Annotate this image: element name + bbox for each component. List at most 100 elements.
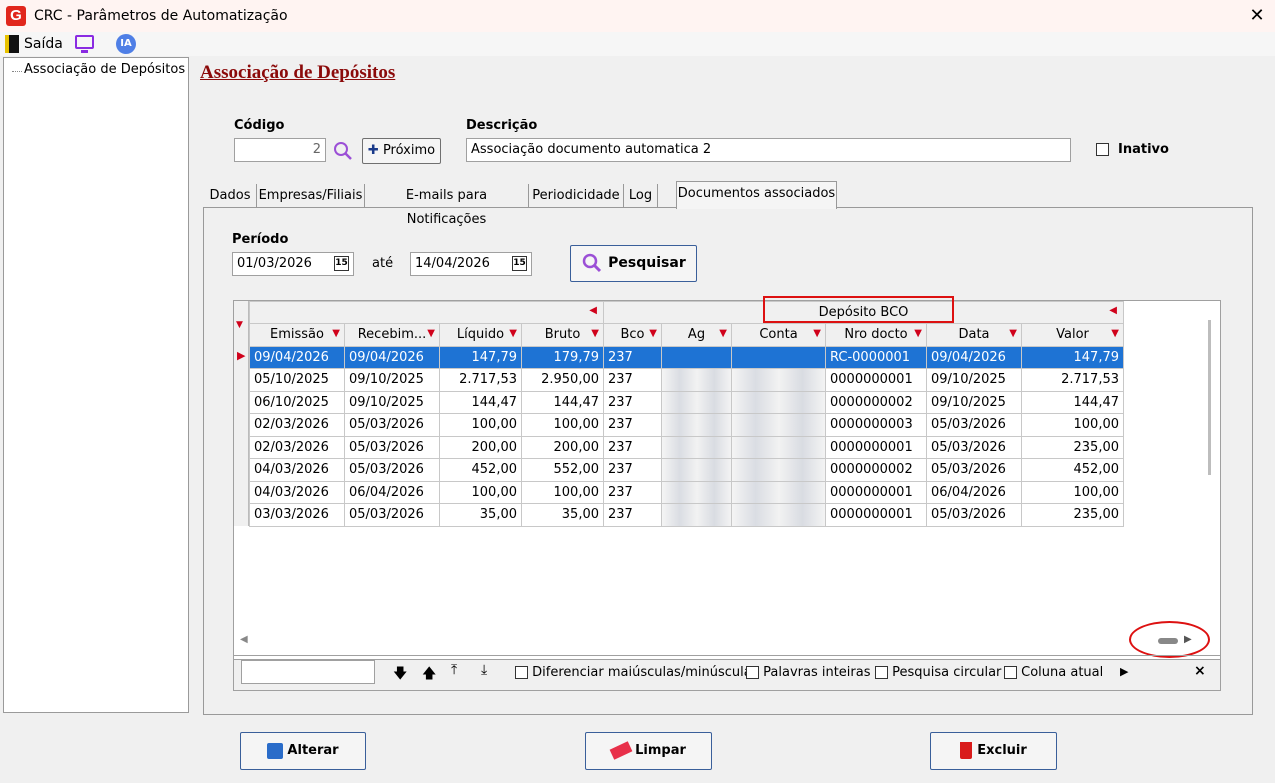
- table-cell[interactable]: [731, 458, 826, 482]
- table-cell[interactable]: 09/10/2025: [926, 368, 1022, 392]
- table-cell[interactable]: 0000000001: [825, 368, 927, 392]
- find-last-icon[interactable]: ⤓: [481, 662, 487, 678]
- inativo-checkbox[interactable]: [1096, 142, 1109, 157]
- codigo-input[interactable]: 2: [234, 138, 326, 162]
- column-header[interactable]: Emissão ▼: [249, 323, 345, 347]
- tree-item-associacao[interactable]: Associação de Depósitos: [24, 62, 185, 77]
- table-cell[interactable]: 235,00: [1021, 503, 1124, 527]
- table-cell[interactable]: 04/03/2026: [249, 458, 345, 482]
- table-cell[interactable]: 235,00: [1021, 435, 1124, 459]
- filter-icon[interactable]: ▼: [332, 328, 340, 339]
- table-cell[interactable]: [731, 413, 826, 437]
- table-cell[interactable]: [661, 368, 732, 392]
- column-header[interactable]: Data ▼: [926, 323, 1022, 347]
- column-header[interactable]: Conta ▼: [731, 323, 826, 347]
- coluna-checkbox-box[interactable]: [1004, 666, 1017, 679]
- table-cell[interactable]: 06/10/2025: [249, 390, 345, 414]
- table-cell[interactable]: 144,47: [439, 390, 522, 414]
- close-button[interactable]: ✕: [1242, 2, 1272, 30]
- proximo-button[interactable]: ✚ Próximo: [362, 138, 441, 164]
- find-previous-icon[interactable]: 🡅: [422, 663, 436, 687]
- table-cell[interactable]: 09/10/2025: [344, 390, 440, 414]
- table-cell[interactable]: [661, 435, 732, 459]
- column-header[interactable]: Ag ▼: [661, 323, 732, 347]
- tab-emails[interactable]: E-mails para Notificações: [365, 184, 529, 227]
- table-cell[interactable]: 09/04/2026: [926, 345, 1022, 369]
- palavras-checkbox[interactable]: Palavras inteiras: [746, 665, 871, 680]
- table-cell[interactable]: 100,00: [521, 480, 604, 504]
- column-header[interactable]: Recebim... ▼: [344, 323, 440, 347]
- filter-icon[interactable]: ▼: [1111, 328, 1119, 339]
- column-header[interactable]: Bco ▼: [603, 323, 662, 347]
- band-collapse-left-icon[interactable]: ◀: [589, 305, 597, 316]
- table-cell[interactable]: 0000000001: [825, 435, 927, 459]
- column-header[interactable]: Bruto ▼: [521, 323, 604, 347]
- table-cell[interactable]: 100,00: [1021, 413, 1124, 437]
- inativo-checkbox-box[interactable]: [1096, 143, 1109, 156]
- diferenciar-checkbox[interactable]: Diferenciar maiúsculas/minúsculas: [515, 665, 758, 680]
- find-close-icon[interactable]: ×: [1194, 663, 1206, 679]
- table-cell[interactable]: [661, 503, 732, 527]
- grid-table[interactable]: ◀ Depósito BCO ◀ Emissão ▼ Recebim... ▼ Líqui…: [249, 301, 1124, 527]
- filter-icon[interactable]: ▼: [427, 328, 435, 339]
- table-cell[interactable]: 452,00: [439, 458, 522, 482]
- table-cell[interactable]: 05/03/2026: [344, 503, 440, 527]
- descricao-input[interactable]: Associação documento automatica 2: [466, 138, 1071, 162]
- table-row[interactable]: 04/03/2026 05/03/2026 452,00 552,00 237 00000…: [249, 458, 1124, 482]
- table-cell[interactable]: 147,79: [439, 345, 522, 369]
- table-cell[interactable]: 2.950,00: [521, 368, 604, 392]
- table-cell[interactable]: 2.717,53: [1021, 368, 1124, 392]
- table-cell[interactable]: 35,00: [439, 503, 522, 527]
- filter-icon[interactable]: ▼: [591, 328, 599, 339]
- table-cell[interactable]: 05/03/2026: [926, 503, 1022, 527]
- table-cell[interactable]: 05/03/2026: [926, 435, 1022, 459]
- table-cell[interactable]: 06/04/2026: [344, 480, 440, 504]
- filter-icon[interactable]: ▼: [1009, 328, 1017, 339]
- table-row[interactable]: 04/03/2026 06/04/2026 100,00 100,00 237 00000…: [249, 480, 1124, 504]
- table-cell[interactable]: 237: [603, 390, 662, 414]
- alterar-button[interactable]: Alterar: [240, 732, 366, 770]
- table-cell[interactable]: [731, 368, 826, 392]
- tab-periodicidade[interactable]: Periodicidade: [529, 184, 624, 208]
- filter-icon[interactable]: ▼: [719, 328, 727, 339]
- palavras-checkbox-box[interactable]: [746, 666, 759, 679]
- table-cell[interactable]: [731, 390, 826, 414]
- column-header[interactable]: Valor ▼: [1021, 323, 1124, 347]
- table-cell[interactable]: 0000000002: [825, 390, 927, 414]
- column-header[interactable]: Líquido ▼: [439, 323, 522, 347]
- table-row[interactable]: 05/10/2025 09/10/2025 2.717,53 2.950,00 237 0…: [249, 368, 1124, 392]
- table-cell[interactable]: 0000000001: [825, 503, 927, 527]
- circular-checkbox-box[interactable]: [875, 666, 888, 679]
- table-cell[interactable]: 02/03/2026: [249, 413, 345, 437]
- table-cell[interactable]: 144,47: [521, 390, 604, 414]
- table-cell[interactable]: [731, 503, 826, 527]
- table-cell[interactable]: 09/04/2026: [249, 345, 345, 369]
- tab-documentos-associados[interactable]: Documentos associados: [676, 181, 837, 209]
- table-cell[interactable]: 05/03/2026: [926, 413, 1022, 437]
- table-cell[interactable]: 237: [603, 503, 662, 527]
- table-cell[interactable]: 06/04/2026: [926, 480, 1022, 504]
- find-more-icon[interactable]: ▶: [1120, 665, 1128, 678]
- table-cell[interactable]: 237: [603, 480, 662, 504]
- table-cell[interactable]: 237: [603, 413, 662, 437]
- column-header[interactable]: Nro docto ▼: [825, 323, 927, 347]
- table-cell[interactable]: 0000000001: [825, 480, 927, 504]
- table-cell[interactable]: [661, 458, 732, 482]
- table-cell[interactable]: 03/03/2026: [249, 503, 345, 527]
- table-cell[interactable]: 452,00: [1021, 458, 1124, 482]
- table-cell[interactable]: 200,00: [521, 435, 604, 459]
- table-cell[interactable]: 04/03/2026: [249, 480, 345, 504]
- table-cell[interactable]: 237: [603, 435, 662, 459]
- table-cell[interactable]: [661, 480, 732, 504]
- find-next-icon[interactable]: 🡇: [393, 663, 407, 687]
- find-first-icon[interactable]: ⤒: [451, 662, 457, 678]
- coluna-checkbox[interactable]: Coluna atual: [1004, 665, 1103, 680]
- band-collapse-right-icon[interactable]: ◀: [1109, 305, 1117, 316]
- table-cell[interactable]: 147,79: [1021, 345, 1124, 369]
- table-row[interactable]: 02/03/2026 05/03/2026 100,00 100,00 237 00000…: [249, 413, 1124, 437]
- table-cell[interactable]: 09/04/2026: [344, 345, 440, 369]
- table-cell[interactable]: [661, 345, 732, 369]
- diferenciar-checkbox-box[interactable]: [515, 666, 528, 679]
- table-row[interactable]: 03/03/2026 05/03/2026 35,00 35,00 237 0000000…: [249, 503, 1124, 527]
- table-cell[interactable]: 0000000002: [825, 458, 927, 482]
